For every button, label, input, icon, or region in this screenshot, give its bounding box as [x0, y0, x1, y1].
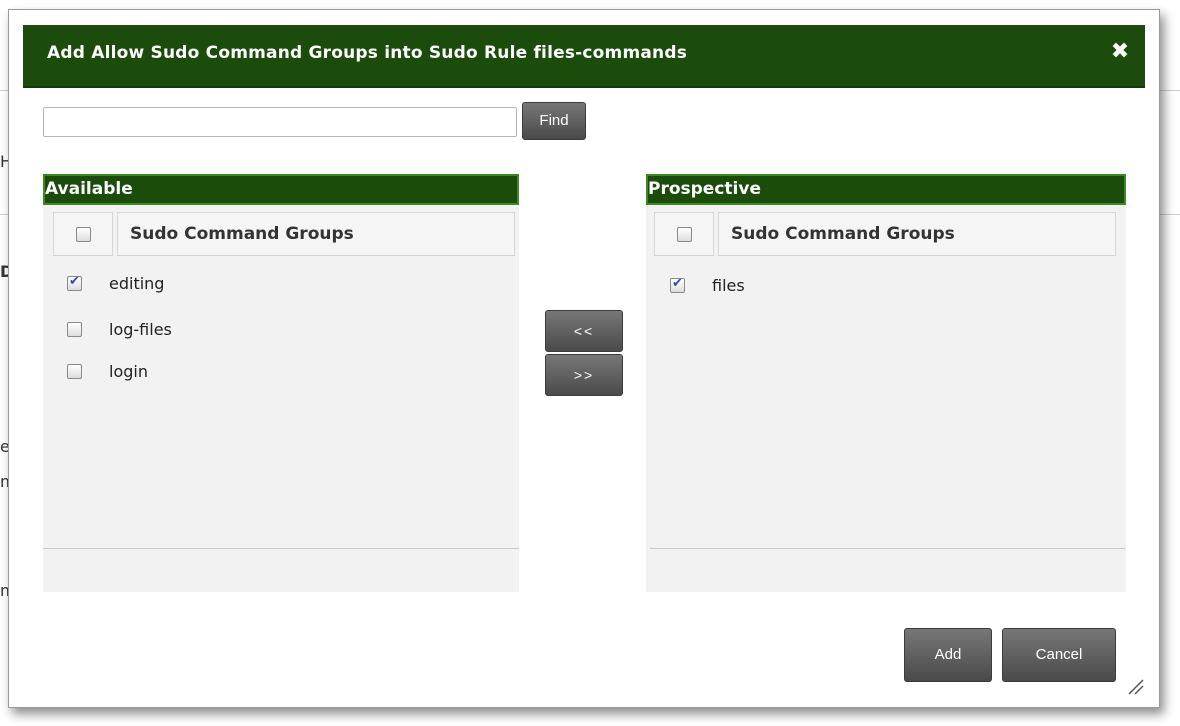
list-item-label: files — [712, 276, 745, 295]
checkbox-icon[interactable] — [67, 364, 82, 379]
move-to-prospective-button[interactable]: >> — [545, 354, 623, 396]
available-select-all-checkbox[interactable] — [76, 227, 91, 242]
available-column-header-row: Sudo Command Groups — [53, 212, 515, 256]
list-item-label: log-files — [109, 320, 172, 339]
checkbox-icon[interactable] — [67, 322, 82, 337]
prospective-panel: Prospective Sudo Command Groups files — [646, 174, 1126, 592]
add-command-groups-dialog: Add Allow Sudo Command Groups into Sudo … — [8, 9, 1160, 708]
list-item[interactable]: log-files — [67, 320, 467, 342]
list-item[interactable]: login — [67, 362, 467, 384]
prospective-select-all-checkbox[interactable] — [677, 227, 692, 242]
panel-divider — [650, 548, 1125, 549]
add-button[interactable]: Add — [904, 628, 992, 682]
dialog-titlebar: Add Allow Sudo Command Groups into Sudo … — [23, 25, 1145, 88]
list-item-label: editing — [109, 274, 165, 293]
available-column-header[interactable]: Sudo Command Groups — [117, 212, 515, 256]
list-item[interactable]: editing — [67, 274, 467, 296]
available-heading-label: Available — [45, 179, 133, 199]
prospective-heading: Prospective — [646, 174, 1126, 205]
resize-grip-icon[interactable] — [1123, 674, 1145, 696]
available-select-all-cell — [53, 212, 113, 256]
prospective-heading-label: Prospective — [648, 179, 761, 199]
list-item-label: login — [109, 362, 148, 381]
prospective-column-header[interactable]: Sudo Command Groups — [718, 212, 1116, 256]
checkbox-icon[interactable] — [670, 276, 685, 293]
available-heading: Available — [43, 174, 519, 205]
prospective-column-header-row: Sudo Command Groups — [654, 212, 1116, 256]
cancel-button[interactable]: Cancel — [1002, 628, 1116, 682]
search-input[interactable] — [43, 107, 517, 137]
available-panel: Available Sudo Command Groups editing lo… — [43, 174, 519, 592]
dialog-title: Add Allow Sudo Command Groups into Sudo … — [47, 43, 688, 63]
list-item[interactable]: files — [670, 276, 1070, 298]
close-icon[interactable]: ✖ — [1109, 41, 1131, 63]
checkbox-icon[interactable] — [67, 274, 82, 291]
prospective-select-all-cell — [654, 212, 714, 256]
find-button[interactable]: Find — [522, 102, 586, 140]
panel-divider — [43, 548, 519, 549]
move-to-available-button[interactable]: << — [545, 310, 623, 352]
